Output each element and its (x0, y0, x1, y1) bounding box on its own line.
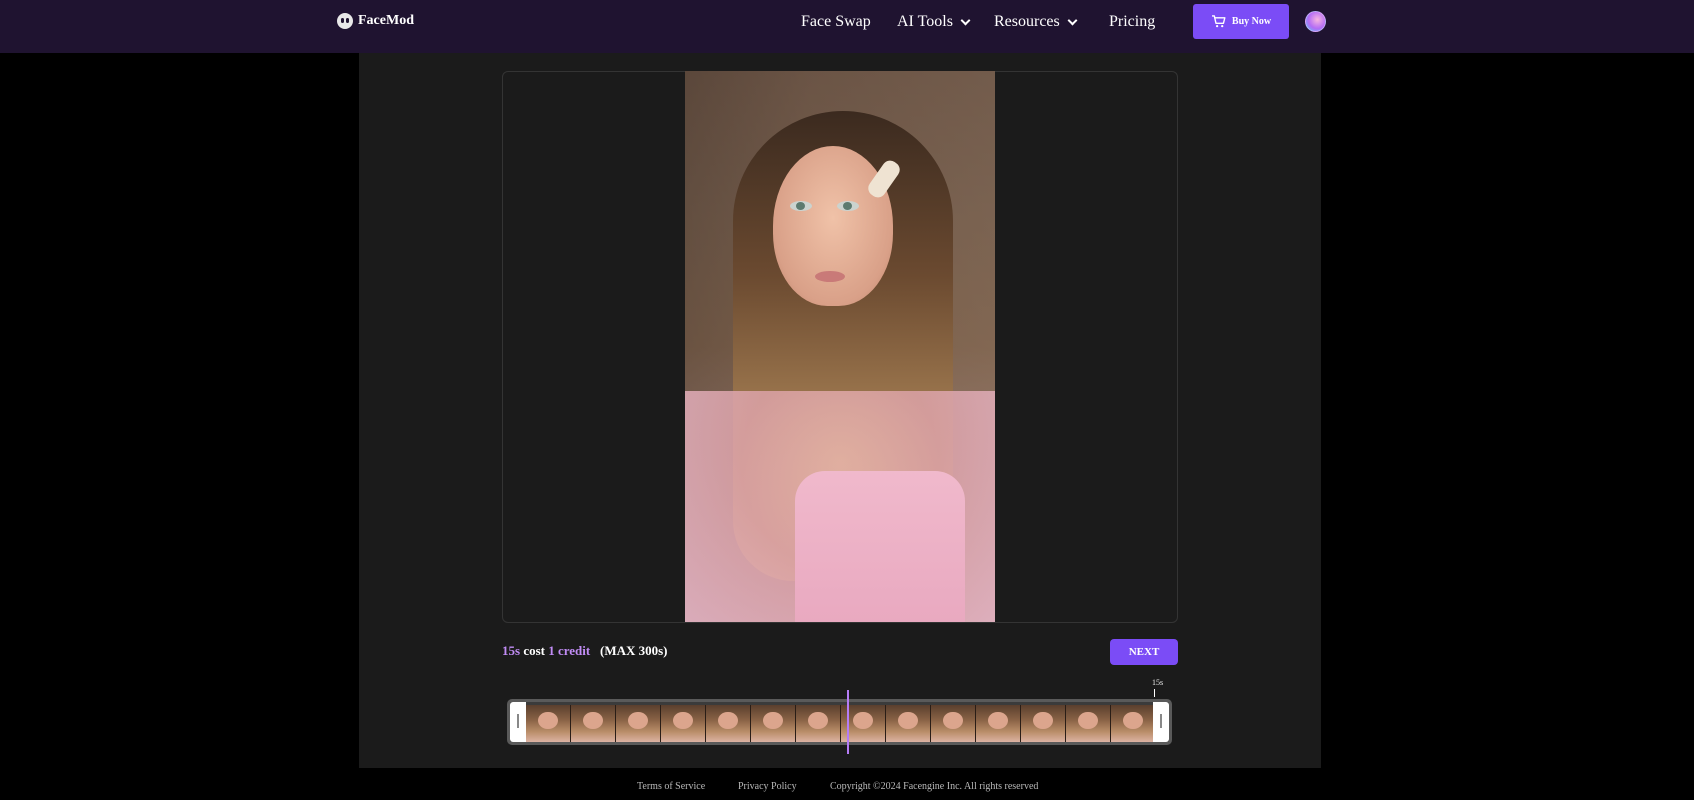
nav-pricing[interactable]: Pricing (1109, 13, 1155, 31)
buy-now-label: Buy Now (1231, 16, 1272, 27)
video-subject-eye (790, 201, 812, 211)
nav-ai-tools-label: AI Tools (897, 13, 953, 30)
user-avatar[interactable] (1305, 11, 1326, 32)
video-trim-timeline[interactable] (507, 699, 1172, 745)
timeline-frame-strip (526, 705, 1156, 742)
trim-handle-left[interactable] (510, 702, 526, 742)
cost-credit: 1 credit (548, 643, 591, 658)
top-navigation-bar: FaceMod Face Swap AI Tools Resources Pri… (0, 0, 1694, 53)
footer-privacy-link[interactable]: Privacy Policy (738, 781, 797, 792)
timeline-thumbnail (976, 705, 1021, 742)
timeline-thumbnail (526, 705, 571, 742)
buy-now-button[interactable]: Buy Now (1193, 4, 1289, 39)
shopping-cart-icon (1211, 15, 1226, 28)
next-button-label: NEXT (1128, 646, 1160, 658)
brand-name: FaceMod (358, 13, 414, 28)
timeline-thumbnail (751, 705, 796, 742)
next-button[interactable]: NEXT (1110, 639, 1178, 665)
timeline-thumbnail (616, 705, 661, 742)
video-subject-top (795, 471, 965, 622)
timeline-thumbnail (571, 705, 616, 742)
footer-copyright: Copyright ©2024 Facengine Inc. All right… (830, 781, 1039, 792)
timeline-thumbnail (886, 705, 931, 742)
footer-terms-link[interactable]: Terms of Service (637, 781, 705, 792)
nav-ai-tools[interactable]: AI Tools (897, 13, 971, 31)
video-subject-lips (815, 271, 845, 282)
timeline-thumbnail (1111, 705, 1156, 742)
nav-resources[interactable]: Resources (994, 13, 1078, 31)
timeline-thumbnail (931, 705, 976, 742)
video-preview[interactable] (685, 71, 995, 622)
video-subject-face (773, 146, 893, 306)
timeline-thumbnail (1021, 705, 1066, 742)
timeline-thumbnail (661, 705, 706, 742)
video-subject-eye (837, 201, 859, 211)
timeline-playhead[interactable] (847, 690, 849, 754)
facemod-logo-icon (337, 13, 353, 29)
trim-handle-right[interactable] (1153, 702, 1169, 742)
nav-resources-label: Resources (994, 13, 1060, 30)
nav-pricing-label: Pricing (1109, 13, 1156, 30)
nav-face-swap[interactable]: Face Swap (801, 13, 871, 31)
chevron-down-icon (1067, 15, 1078, 25)
timeline-thumbnail (706, 705, 751, 742)
chevron-down-icon (960, 15, 971, 25)
timeline-end-time: 15s (1152, 678, 1164, 687)
timeline-thumbnail (796, 705, 841, 742)
nav-face-swap-label: Face Swap (801, 13, 871, 30)
cost-info: 15s cost 1 credit (MAX 300s) (502, 643, 668, 659)
cost-word: cost (523, 643, 545, 658)
cost-max: (MAX 300s) (599, 643, 668, 658)
timeline-thumbnail (1066, 705, 1111, 742)
brand-logo[interactable]: FaceMod (337, 13, 414, 29)
cost-duration: 15s (502, 643, 521, 658)
timeline-end-tick (1154, 689, 1155, 697)
